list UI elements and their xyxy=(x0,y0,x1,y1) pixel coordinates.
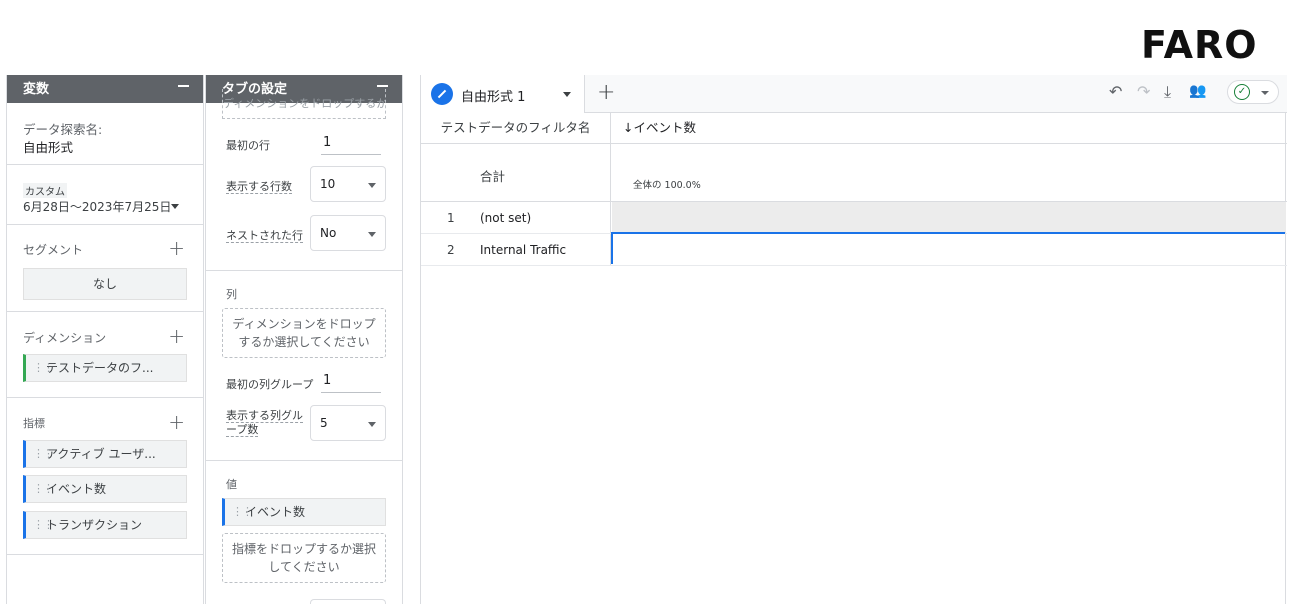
tab-bar: 自由形式 1 + ↶ ↷ ⤓ 👥 ✓ xyxy=(421,75,1287,113)
values-drop-zone[interactable]: 指標をドロップするか選択してください xyxy=(222,533,386,583)
exploration-name-input[interactable]: 自由形式 xyxy=(23,137,73,156)
metric-chip-label: トランザクション xyxy=(46,518,143,532)
value-chip-label: イベント数 xyxy=(245,505,306,519)
columns-drop-zone[interactable]: ディメンションをドロップするか選択してください xyxy=(222,308,386,358)
dimension-chip[interactable]: ⋮⋮ テストデータのフ... xyxy=(23,354,187,382)
segments-section: セグメント + なし xyxy=(7,225,203,312)
variables-panel: 変数 データ探索名: 自由形式 カスタム 6月28日～2023年7月25日 セグ… xyxy=(6,75,204,604)
chevron-down-icon xyxy=(368,422,376,427)
row-value-fill xyxy=(612,202,1286,232)
tab-label: 自由形式 1 xyxy=(461,90,526,105)
variables-panel-header: 変数 xyxy=(7,75,203,103)
toolbar: ↶ ↷ ⤓ 👥 ✓ xyxy=(1109,80,1279,108)
chevron-down-icon xyxy=(368,183,376,188)
redo-icon[interactable]: ↷ xyxy=(1137,82,1150,101)
dimension-chip-label: テストデータのフ... xyxy=(46,361,154,375)
tab-freeform-1[interactable]: 自由形式 1 xyxy=(421,75,585,113)
date-tag: カスタム xyxy=(23,183,67,198)
metric-column-header[interactable]: ↓イベント数 xyxy=(623,113,696,143)
show-col-groups-label: 表示する列グループ数 xyxy=(226,409,303,437)
drag-handle-icon[interactable]: ⋮⋮ xyxy=(33,476,54,502)
undo-icon[interactable]: ↶ xyxy=(1109,82,1122,101)
drag-handle-icon[interactable]: ⋮⋮ xyxy=(33,441,54,467)
share-icon[interactable]: 👥 xyxy=(1189,83,1206,99)
download-icon[interactable]: ⤓ xyxy=(1164,82,1171,102)
divider xyxy=(206,270,402,271)
metrics-section: 指標 + ⋮⋮ アクティブ ユーザ... ⋮⋮ イベント数 ⋮⋮ トランザクション xyxy=(7,398,203,555)
show-rows-select[interactable]: 10 xyxy=(310,166,386,202)
metrics-label: 指標 xyxy=(23,417,45,430)
cut-off-select[interactable] xyxy=(310,599,386,604)
show-rows-value: 10 xyxy=(320,177,336,191)
date-dropdown-icon[interactable] xyxy=(171,204,179,209)
rows-drop-zone-text: ディメンションをドロップするか選択してください xyxy=(223,97,385,110)
nested-rows-select[interactable]: No xyxy=(310,215,386,251)
table-row[interactable]: 2 Internal Traffic xyxy=(421,234,1287,266)
total-row: 合計 全体の 100.0% xyxy=(421,144,1287,202)
dimensions-section: ディメンション + ⋮⋮ テストデータのフ... xyxy=(7,312,203,398)
report-canvas: 自由形式 1 + ↶ ↷ ⤓ 👥 ✓ テストデータのフィルタ名 ↓イベント数 合… xyxy=(420,75,1287,604)
nested-rows-value: No xyxy=(320,226,337,240)
add-dimension-icon[interactable]: + xyxy=(168,326,185,346)
status-button[interactable]: ✓ xyxy=(1227,80,1279,104)
dimensions-label: ディメンション xyxy=(23,331,107,345)
table-header: テストデータのフィルタ名 ↓イベント数 xyxy=(421,113,1287,144)
first-col-group-label: 最初の列グループ xyxy=(226,378,314,391)
row-index: 1 xyxy=(447,211,455,225)
metric-chip-label: イベント数 xyxy=(46,482,107,496)
drag-handle-icon[interactable]: ⋮⋮ xyxy=(33,355,54,381)
metric-chip[interactable]: ⋮⋮ アクティブ ユーザ... xyxy=(23,440,187,468)
exploration-name-label: データ探索名: xyxy=(23,122,103,137)
row-index: 2 xyxy=(447,243,455,257)
variables-panel-title: 変数 xyxy=(23,82,50,97)
add-segment-icon[interactable]: + xyxy=(168,238,185,258)
add-tab-icon[interactable]: + xyxy=(597,80,615,105)
rows-drop-zone[interactable]: ディメンションをドロップするか選択してください xyxy=(222,89,386,119)
date-range-text: 6月28日～2023年7月25日 xyxy=(23,200,172,214)
columns-label: 列 xyxy=(226,288,237,301)
total-percent: 全体の 100.0% xyxy=(633,180,701,191)
value-chip[interactable]: ⋮⋮ イベント数 xyxy=(222,498,386,526)
row-value-bar xyxy=(611,234,613,264)
brand-logo: FARO xyxy=(1141,23,1258,67)
values-label: 値 xyxy=(226,478,237,491)
start-row-input[interactable]: 1 xyxy=(321,133,381,155)
show-col-groups-value: 5 xyxy=(320,416,328,430)
chevron-down-icon[interactable] xyxy=(563,92,571,97)
pencil-icon[interactable] xyxy=(431,83,453,105)
check-circle-icon: ✓ xyxy=(1234,84,1250,100)
row-name: Internal Traffic xyxy=(480,243,567,257)
chevron-down-icon xyxy=(1261,91,1269,95)
show-col-groups-select[interactable]: 5 xyxy=(310,405,386,441)
exploration-name-section: データ探索名: 自由形式 xyxy=(7,103,203,165)
date-range-section[interactable]: カスタム 6月28日～2023年7月25日 xyxy=(7,165,203,225)
segments-label: セグメント xyxy=(23,243,84,257)
row-name: (not set) xyxy=(480,211,532,225)
collapse-tab-settings-button[interactable] xyxy=(377,85,388,87)
drag-handle-icon[interactable]: ⋮⋮ xyxy=(33,512,54,538)
tab-settings-panel: タブの設定 ディメンションをドロップするか選択してください 最初の行 1 表示す… xyxy=(205,75,403,604)
table-row[interactable]: 1 (not set) xyxy=(421,202,1287,234)
dimension-column-header[interactable]: テストデータのフィルタ名 xyxy=(421,113,611,143)
total-label: 合計 xyxy=(480,169,506,184)
start-row-label: 最初の行 xyxy=(226,139,270,152)
collapse-variables-button[interactable] xyxy=(178,85,189,87)
add-metric-icon[interactable]: + xyxy=(168,412,185,432)
drag-handle-icon[interactable]: ⋮⋮ xyxy=(232,499,253,525)
first-col-group-input[interactable]: 1 xyxy=(321,371,381,393)
metric-chip[interactable]: ⋮⋮ トランザクション xyxy=(23,511,187,539)
chevron-down-icon xyxy=(368,232,376,237)
metric-chip-label: アクティブ ユーザ... xyxy=(46,447,156,461)
metric-chip[interactable]: ⋮⋮ イベント数 xyxy=(23,475,187,503)
app-root: FARO 変数 データ探索名: 自由形式 カスタム 6月28日～2023年7月2… xyxy=(0,0,1290,604)
segments-empty: なし xyxy=(23,268,187,300)
total-cell xyxy=(421,144,611,201)
nested-rows-label: ネストされた行 xyxy=(226,229,303,243)
divider xyxy=(206,460,402,461)
show-rows-label: 表示する行数 xyxy=(226,180,292,194)
